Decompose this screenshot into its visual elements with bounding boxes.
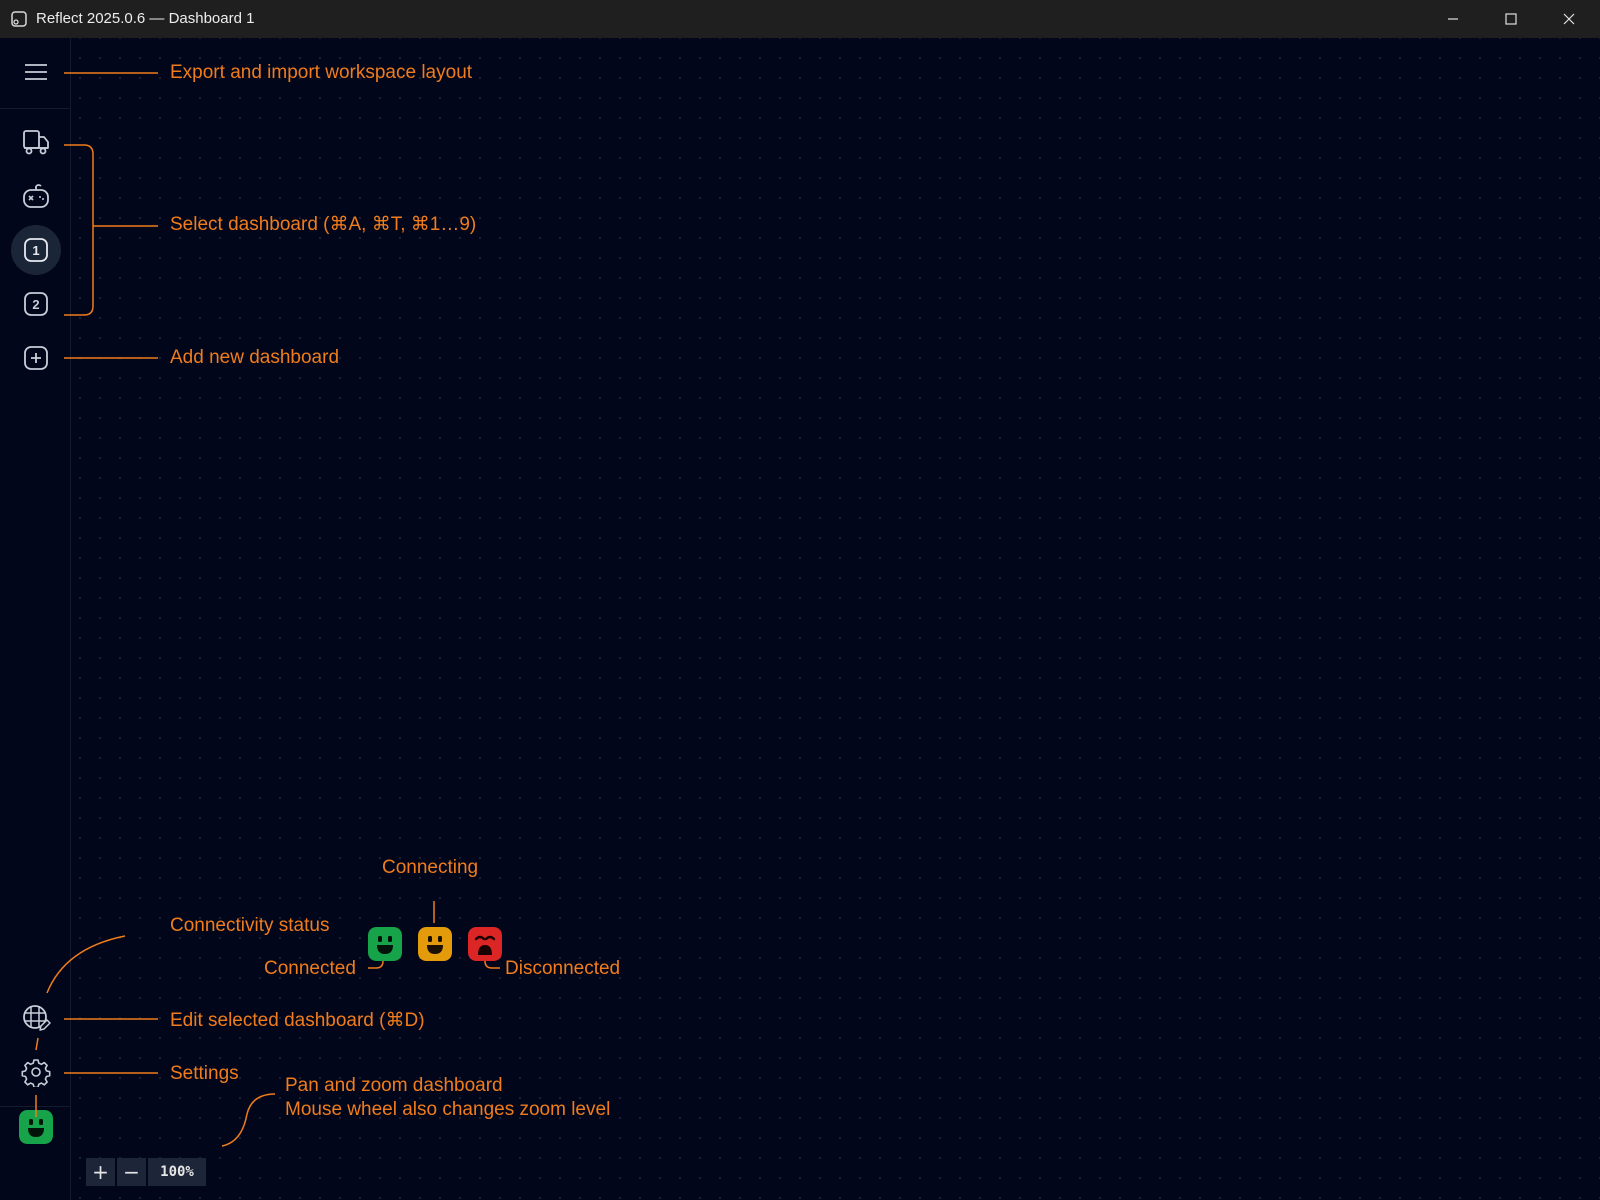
zoom-level: 100% bbox=[148, 1158, 206, 1186]
annotation-settings: Settings bbox=[170, 1063, 239, 1084]
close-button[interactable] bbox=[1540, 0, 1598, 38]
sidebar-divider bbox=[0, 108, 70, 109]
hamburger-menu-icon bbox=[25, 64, 47, 80]
dashboard-2-label: 2 bbox=[32, 297, 39, 312]
zoom-in-button[interactable]: + bbox=[86, 1158, 115, 1186]
annotation-disconnected: Disconnected bbox=[505, 958, 621, 979]
annotation-connecting: Connecting bbox=[382, 857, 479, 878]
window-title: Reflect 2025.0.6 — Dashboard 1 bbox=[36, 10, 255, 27]
annotation-pan-zoom: Pan and zoom dashboard bbox=[285, 1075, 503, 1096]
settings-button[interactable] bbox=[11, 1047, 61, 1097]
annotation-select-dashboard: Select dashboard (⌘A, ⌘T, ⌘1…9) bbox=[170, 214, 477, 235]
connected-face-icon bbox=[368, 927, 402, 961]
dashboard-truck-button[interactable] bbox=[11, 117, 61, 167]
dashboard-canvas[interactable]: 1 2 Export and import workspace layout S… bbox=[0, 38, 1600, 1200]
dashboard-gamepad-button[interactable] bbox=[11, 171, 61, 221]
title-bar: Reflect 2025.0.6 — Dashboard 1 bbox=[0, 0, 1600, 38]
dashboard-1-label: 1 bbox=[32, 243, 39, 258]
zoom-out-button[interactable]: − bbox=[117, 1158, 146, 1186]
grid-edit-icon bbox=[23, 1005, 51, 1031]
close-icon bbox=[1563, 13, 1575, 25]
annotation-edit-dashboard: Edit selected dashboard (⌘D) bbox=[170, 1010, 425, 1031]
sidebar: 1 2 bbox=[0, 38, 71, 1200]
disconnected-face-icon bbox=[468, 927, 502, 961]
minimize-icon bbox=[1448, 18, 1458, 20]
annotation-connectivity-status: Connectivity status bbox=[170, 915, 330, 936]
annotation-add-dashboard: Add new dashboard bbox=[170, 347, 340, 368]
connected-face-icon[interactable] bbox=[19, 1110, 53, 1144]
numbered-badge-icon: 2 bbox=[24, 292, 48, 316]
add-dashboard-button[interactable] bbox=[11, 333, 61, 383]
plus-square-icon bbox=[24, 346, 48, 370]
maximize-icon bbox=[1505, 13, 1517, 25]
edit-dashboard-button[interactable] bbox=[11, 993, 61, 1043]
maximize-button[interactable] bbox=[1482, 0, 1540, 38]
connecting-face-icon bbox=[418, 927, 452, 961]
annotation-connected: Connected bbox=[264, 958, 356, 979]
sidebar-divider bbox=[0, 1106, 70, 1107]
game-controller-icon bbox=[23, 184, 49, 208]
dashboard-2-button[interactable]: 2 bbox=[11, 279, 61, 329]
minimize-button[interactable] bbox=[1424, 0, 1482, 38]
app-logo-icon bbox=[11, 11, 27, 27]
gear-icon bbox=[21, 1059, 51, 1087]
zoom-controls: + − 100% bbox=[86, 1158, 206, 1186]
annotation-export-import: Export and import workspace layout bbox=[170, 62, 473, 83]
annotation-mouse-wheel: Mouse wheel also changes zoom level bbox=[285, 1099, 611, 1120]
numbered-badge-icon: 1 bbox=[24, 238, 48, 262]
dashboard-1-button[interactable]: 1 bbox=[11, 225, 61, 275]
workspace-menu-button[interactable] bbox=[11, 47, 61, 97]
truck-icon bbox=[23, 130, 49, 155]
